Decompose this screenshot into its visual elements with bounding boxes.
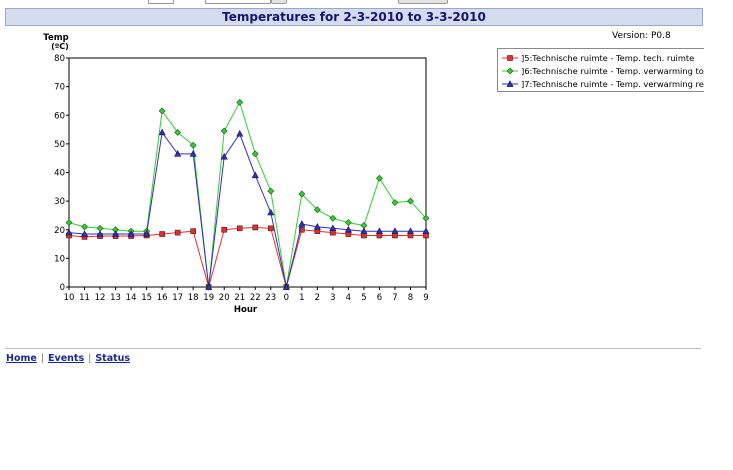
y-tick-label: 20 [54,226,65,236]
footer-nav: Home | Events | Status [6,353,130,364]
x-tick-label: 11 [79,293,90,303]
nav-separator: | [40,353,45,364]
x-tick-label: 0 [284,293,289,303]
y-axis-unit: (ºC) [51,42,69,51]
y-tick-label: 60 [54,111,65,121]
x-axis-label: Hour [234,305,258,315]
legend-label: ]5:Technische ruimte - Temp. tech. ruimt… [521,53,695,63]
top-form-strip [0,0,733,8]
x-tick-label: 8 [408,293,413,303]
x-tick-label: 21 [234,293,245,303]
temperature-chart: Temp(ºC)0102030405060708010 11 12 13 14 15 16 1… [43,33,430,315]
x-tick-label: 19 [203,293,214,303]
x-tick-label: 3 [330,293,335,303]
x-tick-label: 13 [110,293,121,303]
x-tick-label: 7 [392,293,397,303]
x-tick-label: 10 [64,293,75,303]
events-link[interactable]: Events [48,353,84,364]
legend-label: ]6:Technische ruimte - Temp. verwarming … [521,66,704,76]
nav-separator: | [88,353,92,364]
data-point-s1 [267,225,274,232]
x-tick-label: 9 [423,293,428,303]
data-point-s1 [174,229,181,236]
legend-swatch [502,67,518,75]
y-tick-label: 0 [60,283,65,293]
data-point-s1 [221,226,228,233]
data-point-s1 [252,224,259,231]
data-point-s1 [236,225,243,232]
legend-swatch [502,80,518,87]
date-input-stub[interactable] [205,0,271,4]
page-title: Temperatures for 2-3-2010 to 3-3-2010 [5,8,703,26]
y-tick-label: 70 [54,83,65,93]
x-tick-label: 14 [126,293,137,303]
y-tick-label: 10 [54,254,65,264]
x-tick-label: 5 [361,293,366,303]
legend-swatch [502,55,518,61]
x-tick-label: 22 [250,293,261,303]
y-tick-label: 30 [54,197,65,207]
x-tick-label: 4 [346,293,351,303]
x-tick-label: 17 [172,293,183,303]
plot-area [68,57,427,288]
x-tick-label: 2 [315,293,320,303]
data-point-s1 [159,231,165,237]
x-tick-label: 20 [219,293,230,303]
y-tick-label: 80 [54,54,65,64]
version-label: Version: P0.8 [612,31,671,41]
calendar-button-stub[interactable] [271,0,287,4]
y-tick-label: 50 [54,140,65,150]
home-link[interactable]: Home [6,353,37,364]
data-point-s1 [190,228,196,234]
legend-label: ]7:Technische ruimte - Temp. verwarming … [521,79,704,89]
chart-legend: ]5:Technische ruimte - Temp. tech. ruimt… [497,48,704,92]
x-tick-label: 1 [299,293,304,303]
status-link[interactable]: Status [95,353,130,364]
divider [5,348,701,349]
x-tick-label: 15 [141,293,152,303]
x-tick-label: 16 [157,293,168,303]
date-input-stub[interactable] [148,0,174,4]
x-tick-label: 23 [265,293,276,303]
submit-button-stub[interactable] [398,0,448,4]
x-tick-label: 18 [188,293,199,303]
x-tick-label: 6 [377,293,382,303]
y-tick-label: 40 [54,169,65,179]
x-tick-label: 12 [95,293,106,303]
